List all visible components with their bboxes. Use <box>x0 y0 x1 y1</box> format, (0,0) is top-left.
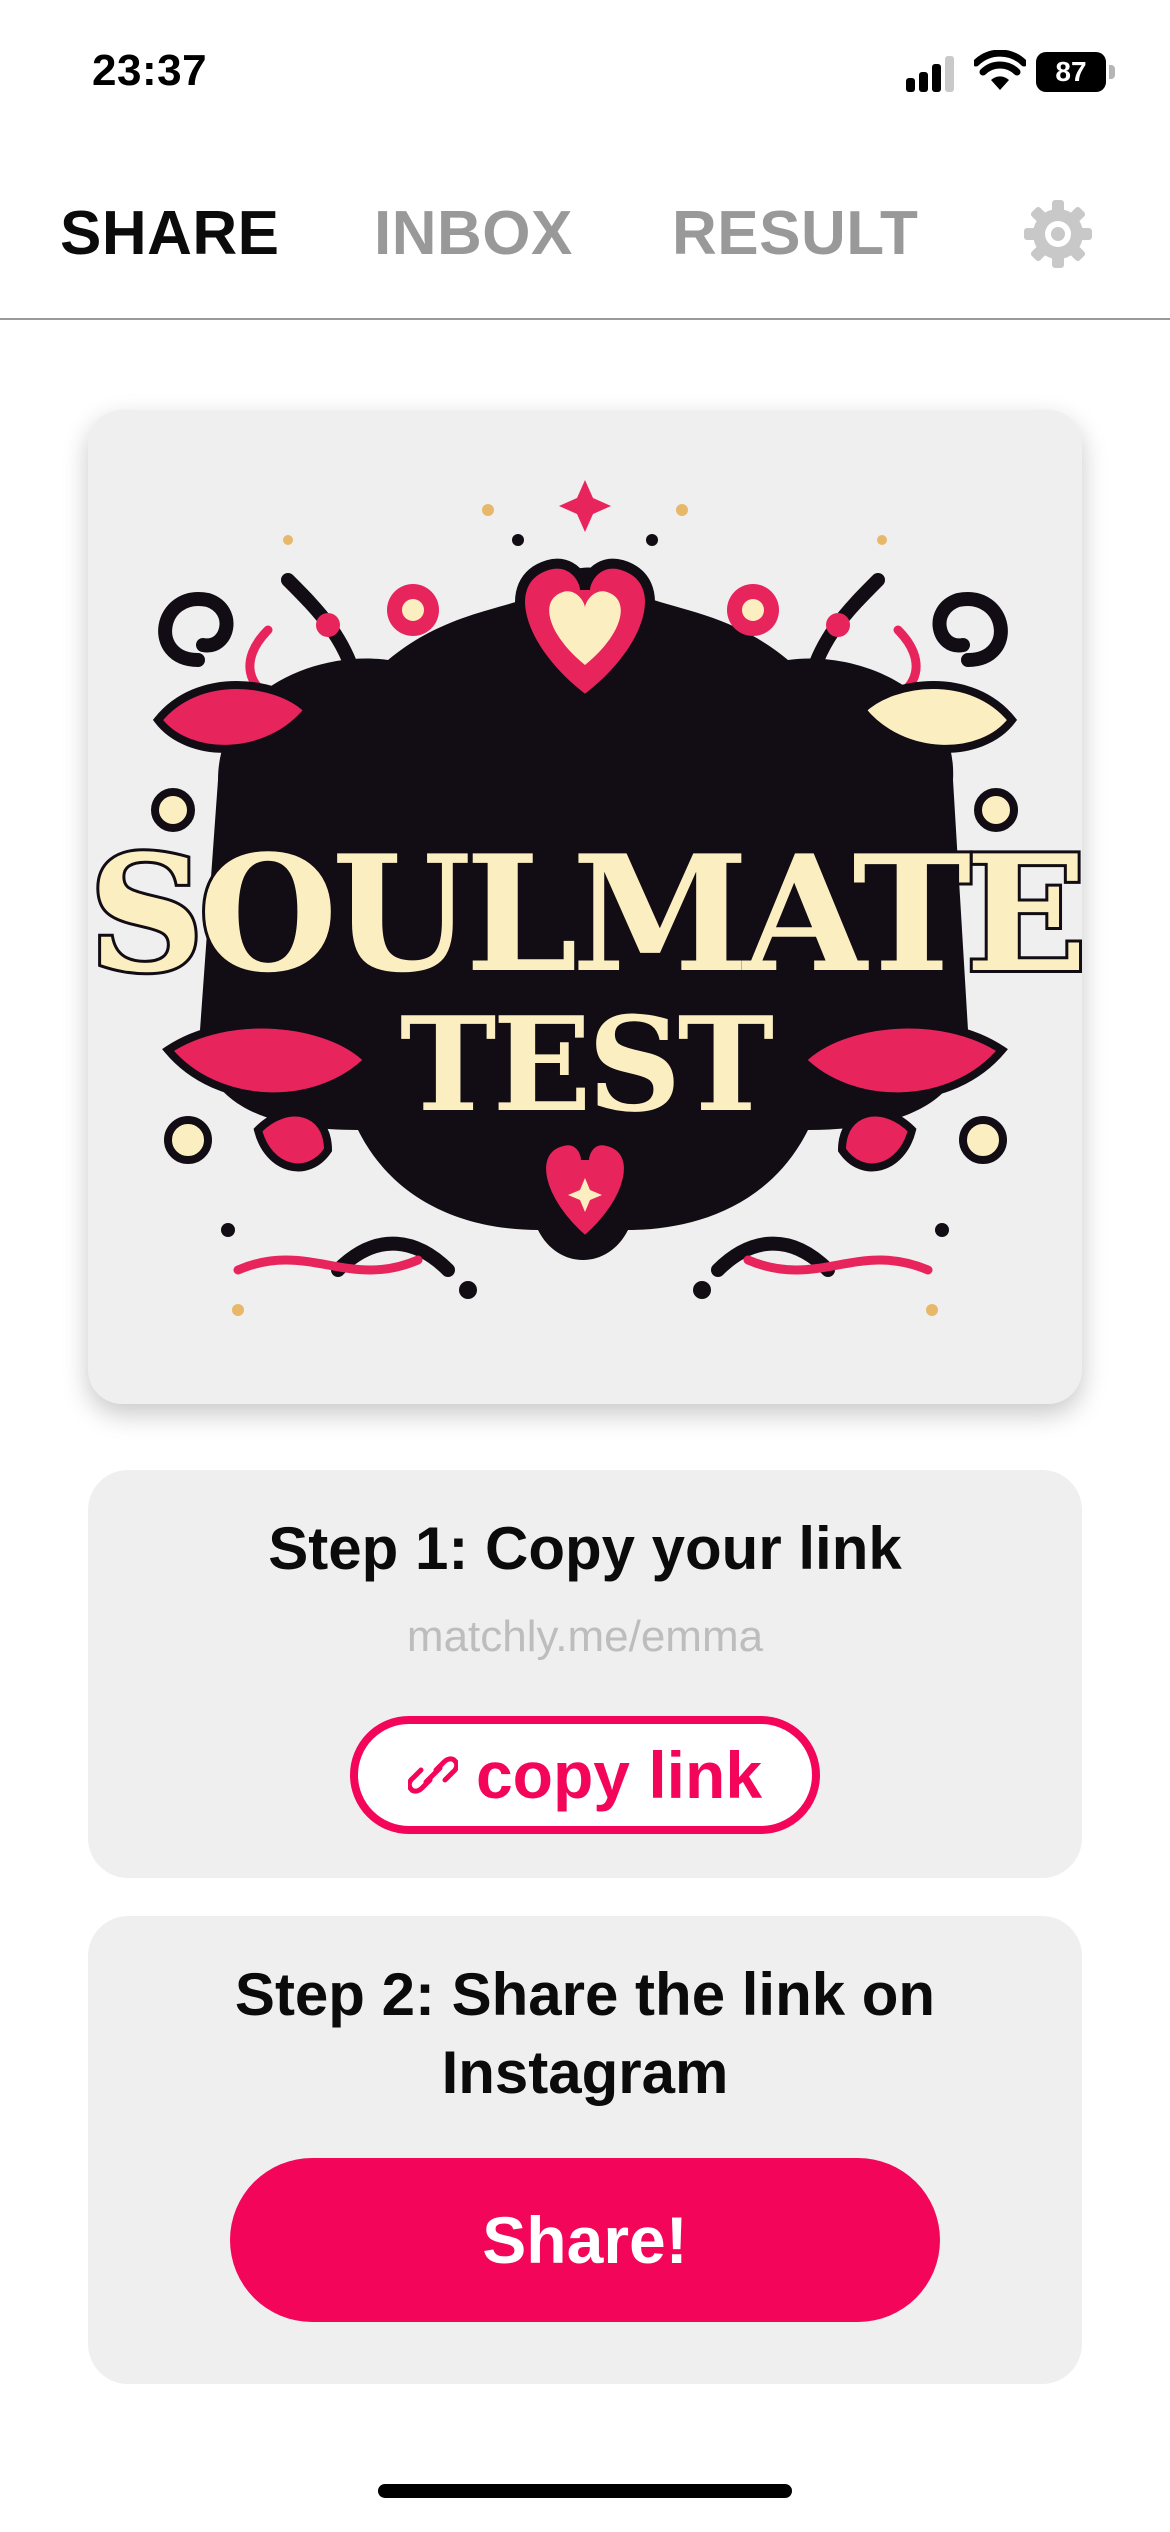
status-bar: 23:37 87 <box>0 0 1170 150</box>
battery-icon: 87 <box>1036 52 1116 92</box>
gear-icon[interactable] <box>1020 196 1096 272</box>
wifi-icon <box>974 50 1026 90</box>
step2-card: Step 2: Share the link on Instagram Shar… <box>88 1916 1082 2384</box>
tab-share[interactable]: SHARE <box>60 198 280 269</box>
step1-title: Step 1: Copy your link <box>268 1515 902 1582</box>
share-screen: 23:37 87 SHARE INBOX RESULT SOULMATE TES… <box>0 0 1170 2532</box>
step2-title-line1: Step 2: Share the link on <box>234 1961 936 2028</box>
hero-title-line1: SOULMATE <box>89 820 1081 1008</box>
share-button[interactable]: Share! <box>230 2158 940 2322</box>
copy-link-button[interactable]: copy link <box>350 1716 820 1834</box>
tab-result[interactable]: RESULT <box>672 198 918 269</box>
profile-link-text: matchly.me/emma <box>406 1612 764 1661</box>
battery-level: 87 <box>1036 52 1106 92</box>
soulmate-test-banner: SOULMATE TEST <box>88 410 1082 1404</box>
step1-card: Step 1: Copy your link matchly.me/emma c… <box>88 1470 1082 1878</box>
top-tab-bar: SHARE INBOX RESULT <box>0 150 1170 320</box>
status-time: 23:37 <box>92 46 208 95</box>
tab-inbox[interactable]: INBOX <box>374 198 573 269</box>
home-indicator <box>378 2484 792 2498</box>
cellular-signal-icon <box>906 56 958 92</box>
link-icon <box>407 1756 458 1794</box>
step2-title-line2: Instagram <box>441 2039 729 2106</box>
step2-title: Step 2: Share the link on Instagram <box>88 1956 1082 2112</box>
soulmate-test-illustration: SOULMATE TEST <box>88 480 1082 1316</box>
hero-title-line2: TEST <box>400 988 774 1141</box>
copy-link-label: copy link <box>475 1738 763 1812</box>
